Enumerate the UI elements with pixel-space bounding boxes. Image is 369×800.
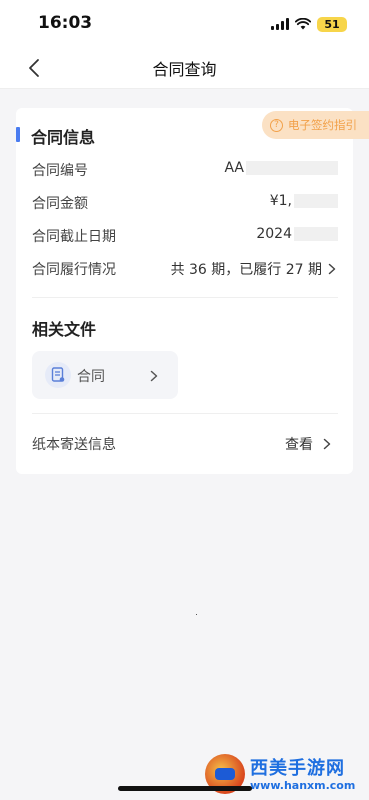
watermark-title: 西美手游网 bbox=[250, 758, 345, 779]
row-label: 合同履行情况 bbox=[32, 262, 116, 278]
row-label: 合同编号 bbox=[32, 163, 88, 179]
nav-bar: 合同查询 bbox=[0, 48, 369, 88]
chevron-right-icon bbox=[150, 367, 158, 386]
masked-block bbox=[294, 194, 338, 208]
row-value: 2024 bbox=[256, 226, 338, 242]
chevron-right-icon bbox=[323, 438, 333, 450]
paper-delivery-label: 纸本寄送信息 bbox=[32, 437, 116, 453]
contract-amount-value: ¥1, bbox=[269, 193, 292, 209]
contract-number-value: AA bbox=[224, 160, 244, 176]
wifi-icon bbox=[295, 18, 311, 30]
chevron-right-icon bbox=[328, 263, 338, 275]
row-label: 合同金额 bbox=[32, 196, 88, 212]
signal-icon bbox=[271, 18, 289, 30]
e-sign-guide-label: 电子签约指引 bbox=[288, 118, 357, 132]
row-contract-performance[interactable]: 合同履行情况 共 36 期，已履行 27 期 bbox=[32, 259, 338, 281]
view-paper-delivery-button[interactable]: 查看 bbox=[285, 434, 333, 454]
contract-info-title: 合同信息 bbox=[31, 128, 96, 147]
contract-end-date-value: 2024 bbox=[256, 226, 292, 242]
masked-block bbox=[294, 227, 338, 241]
contract-performance-value: 共 36 期，已履行 27 期 bbox=[170, 262, 322, 278]
row-contract-number: 合同编号 AA bbox=[32, 160, 338, 182]
status-bar: 16:03 51 bbox=[0, 0, 369, 48]
related-files-title: 相关文件 bbox=[32, 320, 97, 339]
watermark-url: www.hanxm.com bbox=[250, 779, 356, 792]
nav-divider bbox=[0, 88, 369, 89]
row-contract-end-date: 合同截止日期 2024 bbox=[32, 226, 338, 248]
row-contract-amount: 合同金额 ¥1, bbox=[32, 193, 338, 215]
row-value: ¥1, bbox=[270, 193, 338, 209]
divider bbox=[32, 413, 338, 414]
home-indicator bbox=[118, 786, 252, 791]
e-sign-guide-button[interactable]: ? 电子签约指引 bbox=[262, 111, 369, 139]
status-time: 16:03 bbox=[38, 13, 93, 33]
row-label: 合同截止日期 bbox=[32, 229, 116, 245]
section-accent-bar bbox=[16, 127, 20, 142]
page-title: 合同查询 bbox=[152, 60, 217, 79]
question-icon: ? bbox=[270, 118, 283, 132]
battery-icon: 51 bbox=[317, 16, 347, 32]
divider bbox=[32, 297, 338, 298]
row-value: AA bbox=[224, 160, 338, 176]
row-value: 共 36 期，已履行 27 期 bbox=[171, 259, 338, 279]
view-label: 查看 bbox=[285, 437, 313, 453]
stray-dot bbox=[196, 614, 197, 615]
status-icons: 51 bbox=[271, 16, 347, 32]
masked-block bbox=[246, 161, 338, 175]
file-label: 合同 bbox=[77, 369, 105, 385]
document-icon bbox=[45, 362, 71, 388]
